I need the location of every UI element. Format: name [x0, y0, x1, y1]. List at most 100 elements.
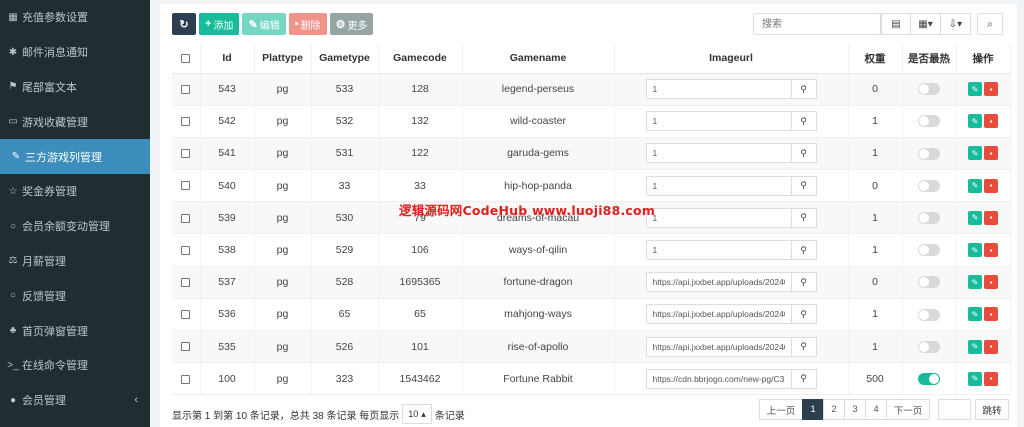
- link-icon[interactable]: ⚲: [790, 207, 817, 228]
- page-size-select[interactable]: 10 ▴: [402, 404, 432, 424]
- row-checkbox[interactable]: [181, 84, 191, 94]
- table-row[interactable]: 542pg532132wild-coaster⚲1✎▪: [172, 105, 1011, 138]
- hot-toggle[interactable]: [918, 83, 940, 96]
- card-view-button[interactable]: ▤: [881, 13, 911, 35]
- hot-toggle[interactable]: [918, 179, 940, 192]
- row-delete-button[interactable]: ▪: [984, 82, 998, 97]
- imageurl-input[interactable]: [645, 111, 791, 132]
- imageurl-input[interactable]: [645, 336, 791, 357]
- row-delete-button[interactable]: ▪: [984, 339, 998, 354]
- header-hot[interactable]: 是否最热: [902, 44, 957, 74]
- hot-toggle[interactable]: [918, 211, 940, 224]
- link-icon[interactable]: ⚲: [790, 272, 817, 293]
- refresh-button[interactable]: ↻: [172, 13, 196, 35]
- sidebar-item[interactable]: ☆ 奖金券管理: [0, 174, 150, 209]
- row-edit-button[interactable]: ✎: [968, 371, 982, 386]
- row-delete-button[interactable]: ▪: [984, 210, 998, 225]
- row-delete-button[interactable]: ▪: [984, 146, 998, 161]
- sidebar-item[interactable]: ▭ 游戏收藏管理: [0, 104, 150, 139]
- hot-toggle[interactable]: [918, 115, 940, 128]
- row-checkbox[interactable]: [181, 181, 191, 191]
- hot-toggle[interactable]: [918, 372, 940, 385]
- sidebar-collapse-icon[interactable]: ‹: [134, 394, 138, 406]
- row-delete-button[interactable]: ▪: [984, 307, 998, 322]
- hot-toggle[interactable]: [918, 308, 940, 321]
- sidebar-item[interactable]: ♣ 首页弹窗管理: [0, 313, 150, 348]
- jump-page-input[interactable]: [938, 399, 971, 420]
- jump-button[interactable]: 跳转: [975, 399, 1009, 420]
- row-checkbox[interactable]: [181, 117, 191, 126]
- row-delete-button[interactable]: ▪: [984, 371, 998, 386]
- link-icon[interactable]: ⚲: [790, 111, 817, 132]
- link-icon[interactable]: ⚲: [790, 368, 817, 389]
- row-edit-button[interactable]: ✎: [968, 210, 982, 225]
- page-1-button[interactable]: 1: [802, 399, 824, 420]
- header-gamecode[interactable]: Gamecode: [378, 44, 463, 74]
- row-edit-button[interactable]: ✎: [968, 275, 982, 290]
- row-edit-button[interactable]: ✎: [968, 146, 982, 161]
- delete-button[interactable]: ▪ 删除: [288, 13, 327, 35]
- row-edit-button[interactable]: ✎: [968, 114, 982, 129]
- sidebar-item[interactable]: ● 会员管理 ‹: [0, 383, 150, 418]
- prev-page-button[interactable]: 上一页: [759, 399, 803, 420]
- row-edit-button[interactable]: ✎: [968, 339, 982, 354]
- table-row[interactable]: 543pg533128legend-perseus⚲0✎▪: [172, 73, 1011, 106]
- row-checkbox[interactable]: [181, 245, 191, 255]
- row-checkbox[interactable]: [181, 213, 191, 223]
- row-checkbox[interactable]: [181, 374, 191, 384]
- search-button[interactable]: ⌕: [977, 13, 1003, 35]
- row-delete-button[interactable]: ▪: [984, 178, 998, 193]
- row-edit-button[interactable]: ✎: [968, 243, 982, 258]
- header-weight[interactable]: 权重: [848, 44, 903, 74]
- imageurl-input[interactable]: [645, 175, 791, 196]
- select-all-checkbox[interactable]: [181, 53, 191, 63]
- sidebar-item[interactable]: >_ 在线命令管理: [0, 348, 150, 383]
- search-input[interactable]: [753, 13, 881, 35]
- imageurl-input[interactable]: [645, 79, 791, 100]
- row-edit-button[interactable]: ✎: [968, 307, 982, 322]
- hot-toggle[interactable]: [918, 244, 940, 257]
- link-icon[interactable]: ⚲: [790, 240, 817, 261]
- hot-toggle[interactable]: [918, 340, 940, 353]
- link-icon[interactable]: ⚲: [790, 143, 817, 164]
- sidebar-item[interactable]: ⚖ 月薪管理: [0, 244, 150, 279]
- columns-button[interactable]: ▦▾: [911, 13, 941, 35]
- imageurl-input[interactable]: [645, 368, 791, 389]
- link-icon[interactable]: ⚲: [790, 175, 817, 196]
- add-button[interactable]: + 添加: [199, 13, 240, 35]
- link-icon[interactable]: ⚲: [790, 336, 817, 357]
- sidebar-item[interactable]: ⚑ 尾部富文本: [0, 70, 150, 105]
- imageurl-input[interactable]: [645, 207, 791, 228]
- page-3-button[interactable]: 3: [844, 399, 866, 420]
- row-edit-button[interactable]: ✎: [968, 178, 982, 193]
- imageurl-input[interactable]: [645, 240, 791, 261]
- table-row[interactable]: 538pg529106ways-of-qilin⚲1✎▪: [172, 233, 1011, 267]
- table-row[interactable]: 100pg3231543462Fortune Rabbit⚲500✎▪: [172, 362, 1011, 396]
- row-edit-button[interactable]: ✎: [968, 82, 982, 97]
- row-checkbox[interactable]: [181, 277, 191, 287]
- header-imageurl[interactable]: Imageurl: [614, 44, 849, 74]
- edit-button[interactable]: ✎ 编辑: [242, 13, 286, 35]
- row-delete-button[interactable]: ▪: [984, 114, 998, 129]
- header-id[interactable]: Id: [200, 44, 255, 74]
- page-4-button[interactable]: 4: [865, 399, 887, 420]
- table-row[interactable]: 537pg5281695365fortune-dragon⚲0✎▪: [172, 266, 1011, 299]
- link-icon[interactable]: ⚲: [790, 304, 817, 325]
- hot-toggle[interactable]: [918, 147, 940, 160]
- sidebar-item[interactable]: ✎ 三方游戏列管理: [0, 139, 150, 174]
- sidebar-item[interactable]: ✱ 邮件消息通知: [0, 35, 150, 70]
- row-checkbox[interactable]: [181, 149, 191, 159]
- imageurl-input[interactable]: [645, 304, 791, 325]
- link-icon[interactable]: ⚲: [790, 79, 817, 100]
- sidebar-item[interactable]: ○ 会员余额变动管理: [0, 209, 150, 244]
- header-gametype[interactable]: Gametype: [311, 44, 379, 74]
- row-delete-button[interactable]: ▪: [984, 275, 998, 290]
- page-2-button[interactable]: 2: [823, 399, 845, 420]
- hot-toggle[interactable]: [918, 276, 940, 289]
- next-page-button[interactable]: 下一页: [886, 399, 930, 420]
- sidebar-item[interactable]: ▦ 充值参数设置: [0, 0, 150, 35]
- more-button[interactable]: ⚙ 更多: [329, 13, 374, 35]
- table-row[interactable]: 536pg6565mahjong-ways⚲1✎▪: [172, 298, 1011, 332]
- sidebar-item[interactable]: ○ 反馈管理: [0, 278, 150, 313]
- table-row[interactable]: 535pg526101rise-of-apollo⚲1✎▪: [172, 330, 1011, 364]
